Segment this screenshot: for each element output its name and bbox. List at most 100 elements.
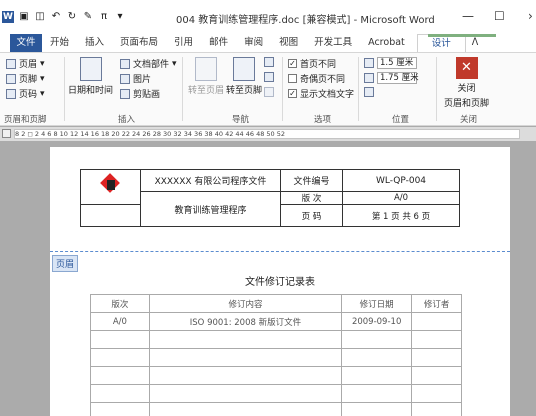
print-preview-icon[interactable]: ◫	[34, 11, 46, 23]
table-cell[interactable]	[148, 384, 343, 403]
footer-distance-value[interactable]: 1.75 厘米	[377, 72, 419, 84]
docparts-button[interactable]: 文档部件 ▾	[120, 57, 177, 70]
table-row[interactable]	[90, 384, 462, 403]
doc-name: 教育训练管理程序	[140, 191, 281, 227]
group-label-position: 位置	[392, 115, 410, 125]
picture-label: 图片	[133, 75, 152, 85]
tab-view[interactable]: 视图	[271, 34, 306, 52]
version-label: 版 次	[280, 191, 343, 205]
table-cell[interactable]	[148, 348, 343, 367]
picture-icon	[120, 73, 130, 84]
first-page-different-checkbox[interactable]: ✓ 首页不同	[288, 57, 336, 70]
group-label-insert: 插入	[118, 115, 136, 125]
table-cell[interactable]	[148, 366, 343, 385]
checkbox-icon: ✓	[288, 59, 297, 68]
table-row[interactable]: A/0 ISO 9001: 2008 新版订文件 2009-09-10	[90, 312, 462, 331]
docparts-label: 文档部件	[133, 60, 170, 70]
table-cell[interactable]	[341, 330, 413, 349]
document-page[interactable]: XXXXXX 有限公司程序文件 文件编号 WL-QP-004 教育训练管理程序 …	[50, 147, 510, 416]
ribbon-separator	[436, 57, 437, 121]
link-previous-button[interactable]	[264, 87, 274, 97]
company-name: XXXXXX 有限公司程序文件	[140, 169, 281, 192]
checkbox-icon: ✓	[288, 89, 297, 98]
table-cell[interactable]	[341, 348, 413, 367]
page-number-button[interactable]: 页码 ▾	[6, 87, 45, 100]
table-cell[interactable]	[411, 402, 462, 416]
customize-qat-icon[interactable]: ▾	[114, 11, 126, 23]
doc-no-label: 文件编号	[280, 169, 343, 192]
prev-section-button[interactable]	[264, 57, 274, 67]
word-app-icon[interactable]: W	[2, 11, 14, 23]
column-header: 修订者	[411, 294, 462, 313]
checkbox-icon	[288, 74, 297, 83]
close-label-line2: 页眉和页脚	[444, 99, 490, 109]
table-cell[interactable]	[90, 330, 150, 349]
datetime-button[interactable]: 日期和时间	[68, 57, 113, 96]
page-value: 第 1 页 共 6 页	[342, 204, 460, 227]
clipart-button[interactable]: 剪贴画	[120, 87, 160, 100]
table-row[interactable]	[90, 348, 462, 367]
goto-header-button[interactable]: 转至页眉	[188, 57, 224, 96]
table-cell[interactable]	[411, 312, 462, 331]
odd-even-different-checkbox[interactable]: 奇偶页不同	[288, 72, 345, 85]
footer-distance-field[interactable]: 1.75 厘米	[364, 72, 419, 84]
footer-button[interactable]: 页脚 ▾	[6, 72, 45, 85]
undo-icon[interactable]: ↶	[50, 11, 62, 23]
company-logo-cell	[80, 169, 141, 205]
save-icon[interactable]: ▣	[18, 11, 30, 23]
tab-file[interactable]: 文件	[10, 34, 42, 52]
tab-selector-icon[interactable]	[2, 129, 11, 138]
pi-symbol-icon[interactable]: π	[98, 11, 110, 23]
format-painter-icon[interactable]: ✎	[82, 11, 94, 23]
datetime-label: 日期和时间	[68, 86, 114, 96]
picture-button[interactable]: 图片	[120, 72, 151, 85]
header-boundary-line	[50, 251, 510, 252]
table-cell[interactable]	[411, 384, 462, 403]
table-row[interactable]	[90, 402, 462, 416]
minimize-button[interactable]: —	[462, 9, 474, 23]
show-document-text-checkbox[interactable]: ✓ 显示文档文字	[288, 87, 354, 100]
table-cell[interactable]	[148, 330, 343, 349]
ribbon-separator	[282, 57, 283, 121]
tab-mailings[interactable]: 邮件	[201, 34, 236, 52]
table-cell[interactable]	[90, 366, 150, 385]
table-cell[interactable]	[411, 330, 462, 349]
header-distance-field[interactable]: 1.5 厘米	[364, 57, 417, 69]
tab-page-layout[interactable]: 页面布局	[112, 34, 166, 52]
table-cell[interactable]	[341, 384, 413, 403]
tab-home[interactable]: 开始	[42, 34, 77, 52]
table-cell[interactable]: ISO 9001: 2008 新版订文件	[148, 312, 343, 331]
header-icon	[6, 58, 16, 69]
header-distance-value[interactable]: 1.5 厘米	[377, 57, 417, 69]
maximize-button[interactable]: ☐	[494, 9, 505, 23]
tab-developer[interactable]: 开发工具	[306, 34, 360, 52]
table-cell[interactable]	[90, 402, 150, 416]
close-button[interactable]: ›	[528, 9, 533, 23]
table-cell[interactable]	[341, 366, 413, 385]
table-cell[interactable]	[411, 348, 462, 367]
close-header-footer-button[interactable]: ✕ 关闭 页眉和页脚	[444, 57, 489, 109]
table-cell[interactable]	[148, 402, 343, 416]
table-cell[interactable]	[90, 348, 150, 367]
tab-references[interactable]: 引用	[166, 34, 201, 52]
table-row[interactable]	[90, 366, 462, 385]
redo-icon[interactable]: ↻	[66, 11, 78, 23]
table-cell[interactable]: A/0	[90, 312, 150, 331]
header-button[interactable]: 页眉 ▾	[6, 57, 45, 70]
table-cell[interactable]	[341, 402, 413, 416]
tab-acrobat[interactable]: Acrobat	[360, 34, 413, 52]
tab-insert[interactable]: 插入	[77, 34, 112, 52]
group-label-close: 关闭	[460, 115, 478, 125]
next-section-button[interactable]	[264, 72, 274, 82]
ruler-scale[interactable]: 8 2 ◻ 2 4 6 8 10 12 14 16 18 20 22 24 26…	[14, 129, 520, 139]
table-cell[interactable]: 2009-09-10	[341, 312, 413, 331]
page-number-label: 页码	[19, 90, 38, 100]
table-row[interactable]	[90, 330, 462, 349]
table-cell[interactable]	[411, 366, 462, 385]
goto-footer-label: 转至页脚	[226, 86, 263, 96]
header-footer-tools-indicator	[428, 34, 496, 37]
insert-alignment-tab-button[interactable]	[364, 87, 374, 97]
tab-review[interactable]: 审阅	[236, 34, 271, 52]
goto-footer-button[interactable]: 转至页脚	[226, 57, 262, 96]
table-cell[interactable]	[90, 384, 150, 403]
